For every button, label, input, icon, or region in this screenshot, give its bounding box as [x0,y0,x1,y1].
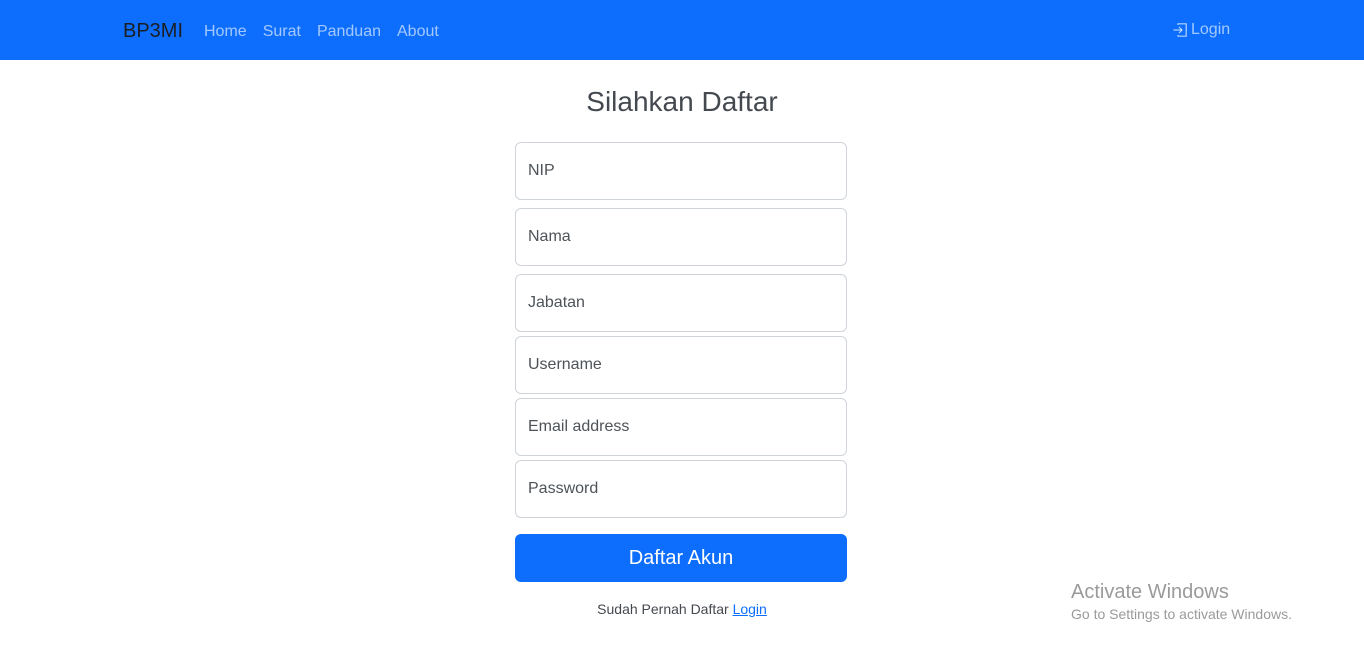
login-link[interactable]: Login [1172,19,1230,41]
watermark-title: Activate Windows [1071,581,1229,603]
password-input[interactable] [516,461,846,517]
brand-logo[interactable]: BP3MI [123,19,183,43]
nip-field-wrapper [515,142,847,200]
nama-field-wrapper [515,208,847,266]
jabatan-input[interactable] [516,275,846,331]
email-input[interactable] [516,399,846,455]
activate-windows-watermark: Activate Windows Go to Settings to activ… [1071,580,1292,624]
register-button[interactable]: Daftar Akun [515,534,847,582]
email-field-wrapper [515,398,847,456]
watermark-subtitle: Go to Settings to activate Windows. [1071,606,1292,622]
nav-link-home[interactable]: Home [204,21,247,43]
password-field-wrapper [515,460,847,518]
page-title: Silahkan Daftar [586,86,778,117]
nama-input[interactable] [516,209,846,265]
login-prompt-link[interactable]: Login [733,601,767,617]
login-link-label: Login [1191,21,1231,38]
nav-links: Home Surat Panduan About [204,21,439,43]
top-navbar: BP3MI Home Surat Panduan About Login [0,0,1364,60]
username-field-wrapper [515,336,847,394]
box-arrow-in-right-icon [1172,22,1188,38]
login-prompt-text: Sudah Pernah Daftar [597,601,729,617]
nav-link-surat[interactable]: Surat [263,21,301,43]
nav-link-about[interactable]: About [397,21,439,43]
jabatan-field-wrapper [515,274,847,332]
nip-input[interactable] [516,143,846,199]
username-input[interactable] [516,337,846,393]
nav-link-panduan[interactable]: Panduan [317,21,381,43]
